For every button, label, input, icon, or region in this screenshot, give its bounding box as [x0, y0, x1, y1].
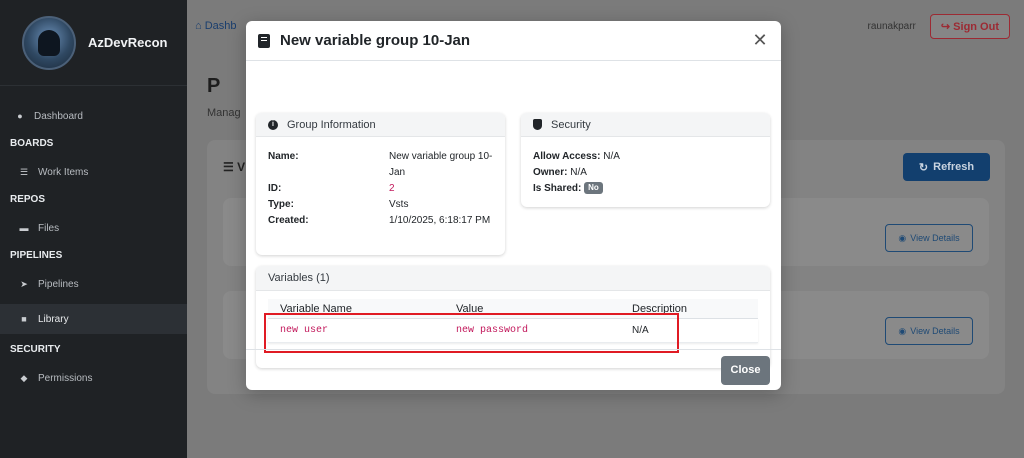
logo-icon	[22, 15, 76, 70]
modal-footer: Close	[246, 349, 781, 390]
modal-body: i Group Information Name: New variable g…	[246, 61, 781, 368]
nav-section-pipelines: PIPELINES	[10, 250, 63, 261]
is-shared-badge: No	[584, 182, 603, 195]
column-value: Value	[456, 302, 484, 315]
view-details-label: View Details	[910, 233, 960, 243]
modal-header: New variable group 10-Jan ✕	[246, 21, 781, 61]
breadcrumb-label: Dashb	[204, 20, 237, 32]
breadcrumb[interactable]: ⌂ Dashb	[195, 20, 237, 32]
view-details-button[interactable]: ◉ View Details	[885, 224, 973, 252]
shield-icon	[533, 119, 542, 130]
owner-label: Owner:	[533, 167, 568, 178]
name-value: New variable group 10-Jan	[389, 151, 493, 178]
variables-table: Variable Name Value Description new user…	[268, 299, 758, 343]
sidebar-item-label: Library	[38, 313, 69, 325]
created-value: 1/10/2025, 6:18:17 PM	[389, 215, 491, 226]
sidebar: AzDevRecon ● Dashboard BOARDS ☰ Work Ite…	[0, 0, 187, 458]
table-row: new user new password N/A	[268, 319, 758, 343]
type-value: Vsts	[389, 199, 409, 210]
sidebar-item-label: Permissions	[38, 372, 93, 384]
user-name: raunakparr	[867, 20, 916, 32]
view-details-button[interactable]: ◉ View Details	[885, 317, 973, 345]
eye-icon: ◉	[898, 325, 907, 336]
variables-title: Variables (1)	[268, 272, 330, 284]
info-icon: i	[268, 119, 278, 130]
close-icon[interactable]: ✕	[751, 30, 769, 51]
group-info-body: Name: New variable group 10-Jan ID: 2 Ty…	[256, 137, 505, 241]
column-variable-name: Variable Name	[280, 302, 352, 315]
sidebar-item-files[interactable]: ▬ Files	[0, 216, 187, 240]
brand-name: AzDevRecon	[88, 35, 168, 50]
sidebar-item-dashboard[interactable]: ● Dashboard	[0, 104, 187, 128]
variable-description-cell: N/A	[632, 325, 649, 336]
id-label: ID:	[268, 183, 282, 194]
nav-section-boards: BOARDS	[10, 138, 54, 149]
sidebar-item-work-items[interactable]: ☰ Work Items	[0, 160, 187, 184]
allow-access-label: Allow Access:	[533, 151, 601, 162]
security-header: Security	[521, 113, 770, 137]
rocket-icon: ➤	[20, 278, 28, 289]
shield-icon: ◆	[20, 372, 28, 383]
sidebar-item-label: Pipelines	[38, 278, 79, 290]
variable-group-modal: New variable group 10-Jan ✕ i Group Info…	[246, 21, 781, 390]
name-label: Name:	[268, 151, 299, 162]
variable-value-cell: new password	[456, 325, 529, 336]
sign-out-label: Sign Out	[953, 20, 999, 33]
close-button[interactable]: Close	[721, 355, 770, 385]
variable-name-cell: new user	[280, 325, 329, 336]
eye-icon: ◉	[898, 232, 907, 243]
group-info-header: i Group Information	[256, 113, 505, 137]
list-label: ☰ V	[223, 160, 246, 174]
book-icon: ■	[21, 314, 27, 324]
user-area: raunakparr ↪ Sign Out	[867, 13, 1010, 39]
book-icon	[258, 33, 270, 48]
sidebar-item-pipelines[interactable]: ➤ Pipelines	[0, 272, 187, 296]
sidebar-item-label: Dashboard	[34, 110, 83, 122]
page-subtitle: Manag	[207, 107, 241, 119]
sign-out-button[interactable]: ↪ Sign Out	[929, 13, 1010, 39]
page-title: P	[207, 75, 221, 97]
sidebar-nav: ● Dashboard BOARDS ☰ Work Items REPOS ▬ …	[0, 86, 187, 390]
table-header: Variable Name Value Description	[268, 299, 758, 319]
allow-access-value: N/A	[603, 151, 620, 162]
group-info-card: i Group Information Name: New variable g…	[256, 113, 505, 255]
refresh-label: Refresh	[933, 161, 975, 173]
owner-value: N/A	[570, 167, 587, 178]
sidebar-item-label: Files	[38, 222, 60, 234]
dashboard-icon: ●	[17, 111, 23, 121]
sidebar-item-library[interactable]: ■ Library	[0, 304, 187, 334]
folder-icon: ▬	[19, 223, 29, 233]
column-description: Description	[632, 302, 688, 315]
list-icon: ☰	[19, 166, 29, 177]
refresh-icon: ↻	[918, 161, 929, 174]
sidebar-item-label: Work Items	[38, 166, 89, 178]
modal-title: New variable group 10-Jan	[280, 32, 471, 49]
nav-section-security: SECURITY	[10, 344, 61, 355]
brand[interactable]: AzDevRecon	[0, 0, 187, 86]
type-label: Type:	[268, 199, 294, 210]
created-label: Created:	[268, 215, 309, 226]
sign-out-icon: ↪	[940, 20, 951, 33]
nav-section-repos: REPOS	[10, 194, 46, 205]
view-details-label: View Details	[910, 326, 960, 336]
sidebar-item-permissions[interactable]: ◆ Permissions	[0, 366, 187, 390]
id-value: 2	[389, 183, 395, 194]
refresh-button[interactable]: ↻ Refresh	[903, 153, 990, 181]
group-info-title: Group Information	[287, 118, 376, 131]
variables-header: Variables (1)	[256, 266, 770, 291]
security-card: Security Allow Access: N/A Owner: N/A Is…	[521, 113, 770, 207]
is-shared-label: Is Shared:	[533, 183, 582, 194]
security-body: Allow Access: N/A Owner: N/A Is Shared: …	[521, 137, 770, 207]
security-title: Security	[551, 118, 591, 131]
